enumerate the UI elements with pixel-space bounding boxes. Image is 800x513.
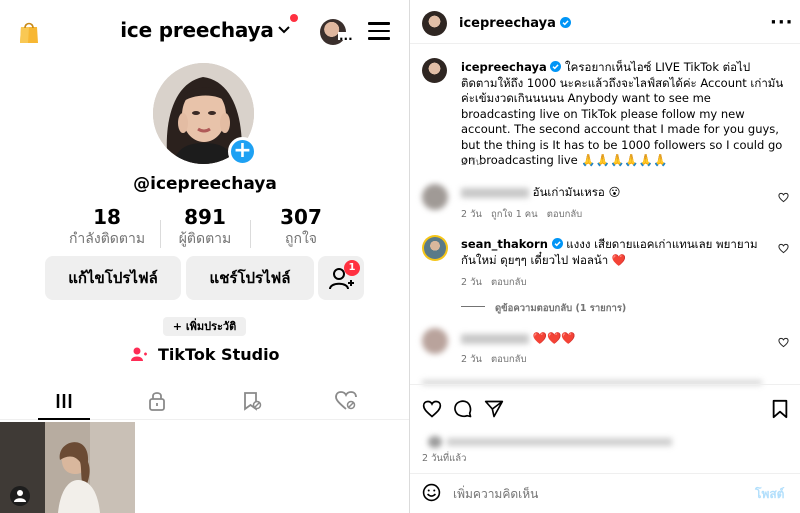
verified-badge-icon xyxy=(560,17,572,28)
profile-handle: @icepreechaya xyxy=(133,174,277,194)
header-divider xyxy=(410,43,800,44)
add-bio-button[interactable]: + เพิ่มประวัติ xyxy=(163,317,246,336)
stat-following-label: กำลังติดตาม xyxy=(68,231,146,247)
comment-2-reply[interactable]: ตอบกลับ xyxy=(491,277,527,288)
studio-icon xyxy=(131,347,148,361)
actions-divider xyxy=(410,384,800,385)
composer-divider xyxy=(410,473,800,474)
comment-1-time: 2 วัน xyxy=(461,209,482,220)
comment-2: sean_thakorn แงงง เสียดายแอคเก่าแทนเลย พ… xyxy=(461,237,766,268)
caption-author-avatar[interactable] xyxy=(422,58,447,83)
verified-badge-icon xyxy=(551,238,563,249)
comment-1-meta: 2 วัน ถูกใจ 1 คน ตอบกลับ xyxy=(461,207,582,222)
comment-1-text: อันเก่ามันเหรอ 😮 xyxy=(532,185,621,199)
comment-2-meta: 2 วัน ตอบกลับ xyxy=(461,275,526,290)
comment-username-blurred xyxy=(461,187,529,198)
comment-avatar[interactable] xyxy=(422,328,448,354)
posted-ago: 2 วันที่แล้ว xyxy=(422,453,467,464)
verified-badge-icon xyxy=(550,61,562,72)
comment-2-user[interactable]: sean_thakorn xyxy=(461,237,548,251)
tiktok-studio-link[interactable]: TikTok Studio xyxy=(0,345,410,364)
video-thumbnail-image xyxy=(0,422,135,513)
share-send-icon[interactable] xyxy=(484,399,504,419)
tab-liked[interactable] xyxy=(316,390,376,412)
comment-avatar-sean[interactable] xyxy=(422,235,448,261)
stat-followers[interactable]: 891 ผู้ติดตาม xyxy=(150,205,260,249)
add-comment-input[interactable]: เพิ่มความคิดเห็น xyxy=(453,485,538,504)
comment-3-meta: 2 วัน ตอบกลับ xyxy=(461,352,526,367)
comment-3-reply[interactable]: ตอบกลับ xyxy=(491,354,527,365)
comment-username-blurred xyxy=(461,333,529,344)
comment-like-heart-icon[interactable] xyxy=(778,192,789,203)
stat-followers-value: 891 xyxy=(184,205,226,229)
post-comment-button[interactable]: โพสต์ xyxy=(755,485,784,504)
notification-dot xyxy=(290,14,298,22)
comment-1: อันเก่ามันเหรอ 😮 xyxy=(461,185,761,201)
comment-bubble-icon[interactable] xyxy=(453,399,473,419)
like-heart-icon[interactable] xyxy=(422,399,442,419)
grid-bars-icon xyxy=(56,394,72,408)
bookmark-hidden-icon xyxy=(244,392,262,411)
active-tab-indicator xyxy=(38,418,90,420)
comment-like-heart-icon[interactable] xyxy=(778,243,789,254)
profile-username: ice preechaya xyxy=(120,18,274,42)
more-dots-icon: ... xyxy=(338,29,354,43)
tab-private[interactable] xyxy=(127,390,187,412)
view-replies-line xyxy=(461,306,485,307)
caption-time: 2 วัน xyxy=(461,157,482,168)
comment-3: ❤️❤️❤️ xyxy=(461,331,761,347)
screenshot-root: ice preechaya ... + @icepreechaya 18 กำล… xyxy=(0,0,800,513)
view-replies-button[interactable]: ดูข้อความตอบกลับ (1 รายการ) xyxy=(495,301,626,316)
comment-2-time: 2 วัน xyxy=(461,277,482,288)
comment-like-heart-icon[interactable] xyxy=(778,337,789,348)
share-profile-button[interactable]: แชร์โปรไฟล์ xyxy=(186,256,314,300)
more-options-icon[interactable]: ··· xyxy=(770,12,794,33)
comment-1-reply[interactable]: ตอบกลับ xyxy=(547,209,583,220)
friend-request-badge: 1 xyxy=(344,260,360,276)
tab-videos[interactable] xyxy=(34,390,94,412)
save-bookmark-icon[interactable] xyxy=(771,399,789,419)
tab-favorites[interactable] xyxy=(222,390,282,412)
stat-followers-label: ผู้ติดตาม xyxy=(178,231,232,247)
chevron-down-icon xyxy=(278,26,290,34)
likes-summary-blurred xyxy=(428,431,678,448)
comment-3-text: ❤️❤️❤️ xyxy=(532,331,576,345)
tiktok-profile-panel: ice preechaya ... + @icepreechaya 18 กำล… xyxy=(0,0,410,513)
comment-3-time: 2 วัน xyxy=(461,354,482,365)
stat-likes[interactable]: 307 ถูกใจ xyxy=(246,205,356,249)
studio-label: TikTok Studio xyxy=(158,345,280,364)
add-story-plus-icon[interactable]: + xyxy=(228,137,257,166)
hamburger-menu-icon[interactable] xyxy=(368,22,390,40)
instagram-post-panel: icepreechaya ··· icepreechaya ใครอยากเห็… xyxy=(410,0,800,513)
post-author-header[interactable]: icepreechaya xyxy=(459,16,572,31)
emoji-smiley-icon[interactable] xyxy=(422,483,441,502)
stat-following-value: 18 xyxy=(93,205,121,229)
stat-likes-value: 307 xyxy=(280,205,322,229)
edit-profile-button[interactable]: แก้ไขโปรไฟล์ xyxy=(45,256,181,300)
post-author-name: icepreechaya xyxy=(459,16,556,31)
lock-icon xyxy=(149,392,165,411)
video-thumbnail[interactable] xyxy=(0,422,135,513)
post-author-avatar[interactable] xyxy=(422,11,447,36)
caption-author-name[interactable]: icepreechaya xyxy=(461,60,547,74)
comment-avatar[interactable] xyxy=(422,184,448,210)
stat-following[interactable]: 18 กำลังติดตาม xyxy=(52,205,162,249)
post-caption: icepreechaya ใครอยากเห็นไอซ์ LIVE TikTok… xyxy=(461,60,786,169)
heart-hidden-icon xyxy=(335,391,357,410)
caption-text: ใครอยากเห็นไอซ์ LIVE TikTok ต่อไปติดตามใ… xyxy=(461,60,784,167)
stat-likes-label: ถูกใจ xyxy=(285,231,317,247)
comment-1-likes[interactable]: ถูกใจ 1 คน xyxy=(491,209,538,220)
